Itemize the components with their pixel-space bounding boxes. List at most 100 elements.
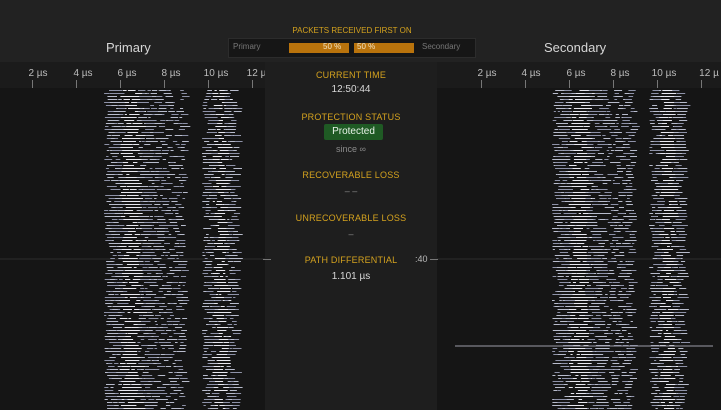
histogram-mark — [124, 135, 128, 136]
histogram-mark — [155, 201, 162, 202]
histogram-mark — [557, 150, 564, 151]
histogram-mark — [230, 165, 236, 166]
histogram-mark — [143, 300, 149, 301]
histogram-mark — [117, 354, 120, 355]
histogram-mark — [167, 288, 173, 289]
histogram-mark — [662, 261, 672, 262]
histogram-mark — [661, 219, 670, 220]
histogram-mark — [577, 135, 581, 136]
histogram-mark — [121, 399, 125, 400]
histogram-mark — [203, 345, 213, 346]
histogram-mark — [566, 207, 571, 208]
histogram-mark — [166, 321, 173, 322]
histogram-mark — [110, 387, 114, 388]
histogram-mark — [129, 288, 137, 289]
histogram-mark — [676, 111, 680, 112]
histogram-mark — [123, 276, 129, 277]
histogram-mark — [554, 303, 558, 304]
histogram-mark — [596, 354, 604, 355]
secondary-title: Secondary — [544, 40, 607, 55]
histogram-mark — [668, 267, 671, 268]
histogram-mark — [224, 114, 230, 115]
histogram-mark — [106, 261, 114, 262]
histogram-mark — [169, 315, 174, 316]
histogram-mark — [178, 351, 186, 352]
histogram-mark — [660, 330, 663, 331]
histogram-mark — [106, 201, 112, 202]
primary-tick: 8 µs — [161, 68, 181, 79]
histogram-mark — [626, 354, 634, 355]
histogram-mark — [131, 159, 141, 160]
histogram-mark — [151, 336, 154, 337]
histogram-mark — [126, 174, 130, 175]
histogram-mark — [178, 300, 182, 301]
histogram-mark — [112, 354, 115, 355]
histogram-mark — [175, 216, 183, 217]
histogram-mark — [140, 399, 146, 400]
histogram-mark — [660, 372, 664, 373]
histogram-mark — [680, 258, 683, 259]
histogram-mark — [602, 387, 610, 388]
histogram-mark — [231, 240, 238, 241]
histogram-mark — [669, 282, 679, 283]
histogram-mark — [573, 228, 580, 229]
histogram-mark — [622, 222, 629, 223]
histogram-mark — [228, 378, 236, 379]
histogram-mark — [559, 171, 566, 172]
histogram-mark — [147, 408, 154, 409]
histogram-mark — [229, 396, 237, 397]
histogram-mark — [214, 336, 221, 337]
histogram-mark — [651, 297, 656, 298]
histogram-mark — [158, 375, 166, 376]
histogram-mark — [118, 231, 129, 232]
histogram-mark — [203, 108, 207, 109]
histogram-mark — [564, 240, 569, 241]
histogram-mark — [629, 249, 636, 250]
histogram-mark — [179, 243, 186, 244]
histogram-mark — [124, 114, 127, 115]
packets-first-secondary-label: Secondary — [422, 42, 461, 51]
histogram-mark — [659, 366, 666, 367]
histogram-mark — [649, 318, 659, 319]
histogram-mark — [676, 252, 683, 253]
histogram-mark — [216, 372, 224, 373]
histogram-mark — [182, 285, 185, 286]
histogram-mark — [631, 312, 636, 313]
histogram-mark — [655, 138, 664, 139]
histogram-mark — [209, 165, 219, 166]
histogram-mark — [560, 105, 563, 106]
histogram-mark — [204, 228, 208, 229]
histogram-mark — [108, 366, 115, 367]
histogram-mark — [174, 327, 183, 328]
histogram-mark — [570, 315, 576, 316]
histogram-mark — [110, 153, 119, 154]
histogram-mark — [136, 300, 141, 301]
histogram-mark — [214, 90, 217, 91]
histogram-mark — [605, 252, 608, 253]
histogram-mark — [552, 249, 555, 250]
histogram-mark — [113, 375, 118, 376]
histogram-mark — [599, 108, 607, 109]
histogram-mark — [651, 348, 660, 349]
histogram-mark — [558, 174, 567, 175]
histogram-mark — [660, 111, 666, 112]
histogram-mark — [119, 180, 130, 181]
histogram-mark — [138, 351, 141, 352]
histogram-mark — [553, 336, 563, 337]
histogram-mark — [673, 246, 680, 247]
histogram-mark — [666, 288, 676, 289]
histogram-mark — [559, 159, 570, 160]
histogram-mark — [568, 99, 573, 100]
histogram-mark — [155, 168, 163, 169]
histogram-mark — [131, 306, 135, 307]
histogram-mark — [630, 129, 639, 130]
histogram-mark — [125, 279, 131, 280]
primary-histogram-svg — [0, 90, 265, 409]
histogram-mark — [624, 240, 631, 241]
histogram-mark — [622, 180, 626, 181]
histogram-mark — [202, 330, 206, 331]
histogram-mark — [203, 285, 213, 286]
histogram-mark — [613, 249, 619, 250]
histogram-mark — [676, 231, 685, 232]
histogram-mark — [172, 339, 178, 340]
